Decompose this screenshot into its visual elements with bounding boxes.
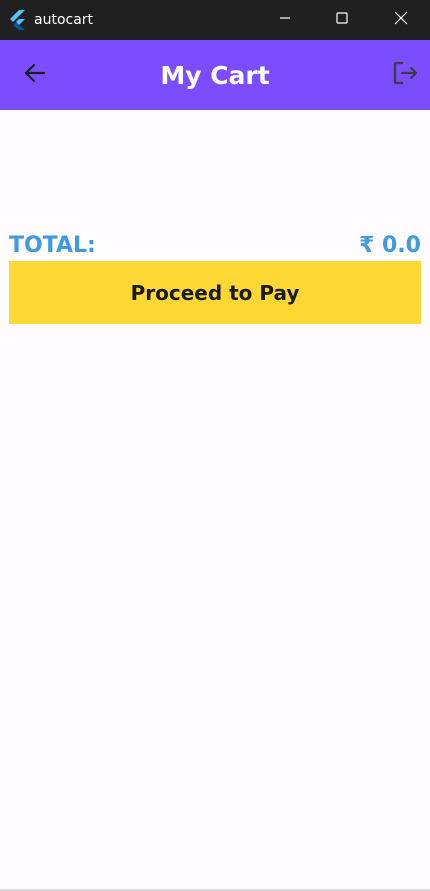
logout-icon [392,60,418,91]
page-title: My Cart [160,61,270,90]
maximize-button[interactable] [313,0,371,40]
close-icon [394,11,408,30]
total-label: TOTAL: [9,233,96,258]
proceed-to-pay-button[interactable]: Proceed to Pay [9,261,421,324]
cart-total-row: TOTAL: ₹ 0.0 [9,231,421,261]
close-button[interactable] [372,0,430,40]
total-amount: ₹ 0.0 [359,233,421,258]
app-bar: My Cart [0,40,430,110]
minimize-button[interactable] [256,0,314,40]
window-title: autocart [34,12,94,28]
window-titlebar: autocart [0,0,430,40]
logout-button[interactable] [384,54,426,96]
minimize-icon [279,11,291,29]
arrow-back-icon [23,61,47,90]
back-button[interactable] [14,54,56,96]
flutter-logo-icon [9,10,27,30]
app-window: autocart My Cart TOTAL: ₹ 0.0 Proceed to… [0,0,430,891]
maximize-icon [336,11,348,29]
